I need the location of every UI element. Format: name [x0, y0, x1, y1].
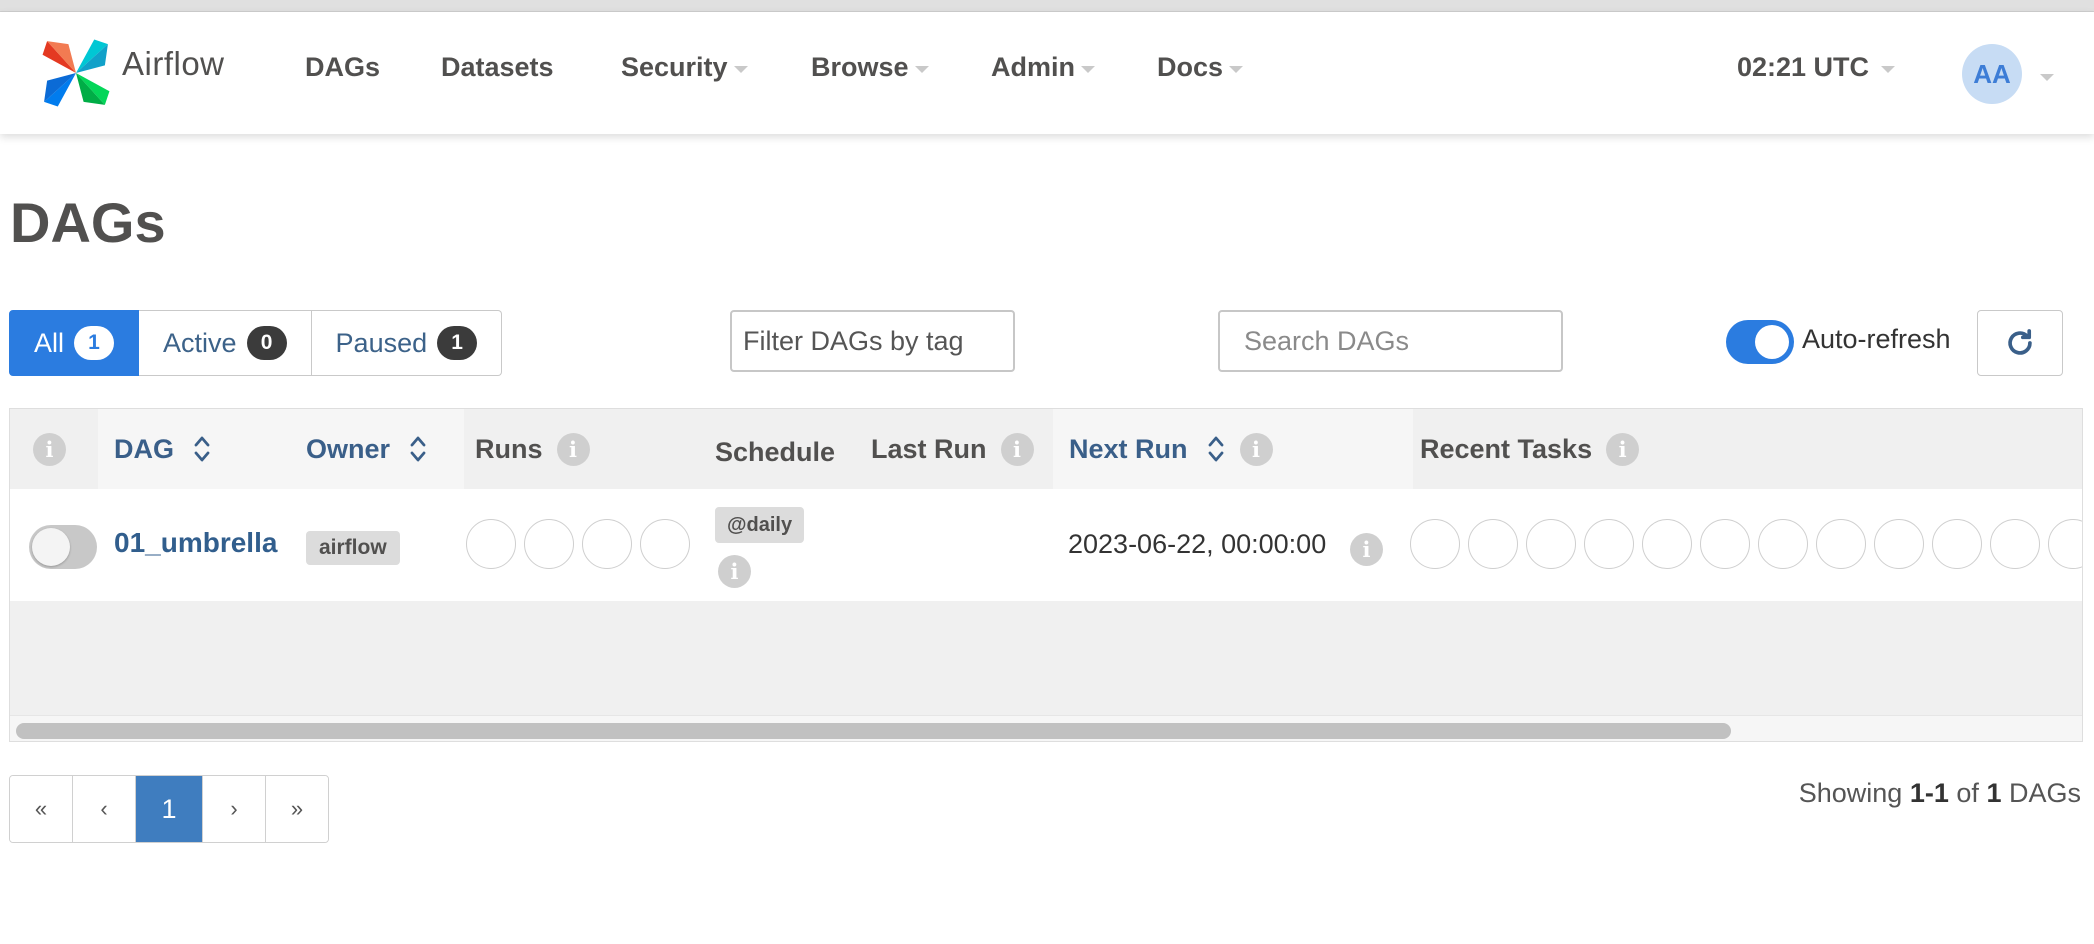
page-title: DAGs [10, 191, 166, 254]
column-header-last-run: Last Run i [871, 409, 1034, 489]
count-badge: 0 [246, 326, 287, 360]
auto-refresh-toggle[interactable] [1726, 320, 1794, 364]
nav-browse[interactable]: Browse [811, 52, 929, 83]
owner-badge[interactable]: airflow [306, 531, 400, 565]
tab-active[interactable]: Active 0 [139, 310, 312, 376]
task-state-circle[interactable] [1410, 519, 1460, 569]
refresh-button[interactable] [1977, 310, 2063, 376]
column-header-next-run[interactable]: Next Run i [1069, 409, 1273, 489]
nav-datasets[interactable]: Datasets [441, 52, 554, 83]
info-icon[interactable]: i [1239, 432, 1273, 466]
run-state-circle[interactable] [582, 519, 632, 569]
task-state-circle[interactable] [1642, 519, 1692, 569]
info-icon[interactable]: i [33, 432, 66, 466]
chevron-down-icon [914, 66, 929, 73]
refresh-icon [2008, 329, 2032, 355]
run-state-circle[interactable] [524, 519, 574, 569]
run-state-circle[interactable] [640, 519, 690, 569]
count-badge: 1 [437, 326, 478, 360]
prev-page-button[interactable]: ‹ [73, 776, 136, 842]
task-state-circle[interactable] [1700, 519, 1750, 569]
airflow-pinwheel-icon [42, 39, 110, 107]
info-icon[interactable]: i [556, 432, 590, 466]
user-menu-chevron-icon[interactable] [2040, 74, 2054, 81]
auto-refresh-label: Auto-refresh [1802, 324, 1951, 354]
next-page-button[interactable]: › [203, 776, 266, 842]
dags-table: i DAG Owner Runs i Schedule Last Run i N… [9, 408, 2083, 742]
task-state-circle[interactable] [1932, 519, 1982, 569]
schedule-info-icon[interactable]: i [718, 555, 751, 588]
last-page-button[interactable]: » [266, 776, 328, 842]
column-header-runs: Runs i [475, 409, 590, 489]
sort-icon [192, 432, 212, 466]
column-header-recent-tasks: Recent Tasks i [1420, 409, 1640, 489]
task-state-circle[interactable] [1526, 519, 1576, 569]
timezone-dropdown[interactable]: 02:21 UTC [1737, 52, 1896, 83]
tab-all[interactable]: All 1 [9, 310, 140, 376]
nav-docs[interactable]: Docs [1157, 52, 1244, 83]
search-dags-input[interactable] [1218, 310, 1563, 372]
nav-security[interactable]: Security [621, 52, 748, 83]
sort-icon [1206, 432, 1226, 466]
next-run-value: 2023-06-22, 00:00:00 [1068, 529, 1327, 559]
table-row: 01_umbrella airflow @daily i 2023-06-22,… [10, 489, 2082, 601]
task-state-circle[interactable] [1874, 519, 1924, 569]
status-filter-tabs: All 1 Active 0 Paused 1 [9, 310, 503, 376]
sort-icon [408, 432, 428, 466]
user-avatar[interactable]: AA [1962, 44, 2022, 104]
table-header: i DAG Owner Runs i Schedule Last Run i N… [10, 409, 2082, 489]
schedule-badge: @daily [715, 507, 805, 543]
toggle-knob [1755, 325, 1789, 359]
nav-dags[interactable]: DAGs [305, 52, 380, 83]
next-run-info-icon[interactable]: i [1350, 533, 1383, 566]
horizontal-scrollbar[interactable] [10, 715, 2082, 741]
page-1-button[interactable]: 1 [136, 776, 203, 842]
info-icon[interactable]: i [1606, 432, 1640, 466]
first-page-button[interactable]: « [10, 776, 73, 842]
nav-admin[interactable]: Admin [991, 52, 1095, 83]
chevron-down-icon [733, 66, 748, 73]
run-state-circle[interactable] [466, 519, 516, 569]
task-state-circle[interactable] [2048, 519, 2082, 569]
task-state-circle[interactable] [1990, 519, 2040, 569]
dag-pause-toggle[interactable] [29, 525, 97, 569]
top-navbar: Airflow DAGs Datasets Security Browse Ad… [0, 12, 2094, 134]
browser-top-strip [0, 0, 2094, 12]
chevron-down-icon [1881, 66, 1896, 73]
column-header-schedule: Schedule [715, 436, 836, 467]
scrollbar-thumb[interactable] [16, 723, 1731, 739]
chevron-down-icon [1229, 66, 1244, 73]
tag-filter-input[interactable] [730, 310, 1015, 372]
results-summary: Showing 1-1 of 1 DAGs [1798, 778, 2081, 808]
count-badge: 1 [74, 326, 115, 360]
column-header-owner[interactable]: Owner [306, 409, 428, 489]
tab-paused[interactable]: Paused 1 [311, 310, 503, 376]
task-state-circle[interactable] [1758, 519, 1808, 569]
column-header-dag[interactable]: DAG [114, 409, 212, 489]
chevron-down-icon [1081, 66, 1095, 73]
brand-name: Airflow [122, 45, 225, 82]
task-state-circle[interactable] [1816, 519, 1866, 569]
info-icon[interactable]: i [1000, 432, 1034, 466]
pagination: « ‹ 1 › » [9, 775, 329, 843]
brand-logo[interactable]: Airflow [38, 31, 225, 115]
task-state-circle[interactable] [1468, 519, 1518, 569]
toggle-knob [32, 528, 70, 566]
task-state-circle[interactable] [1584, 519, 1634, 569]
dag-link[interactable]: 01_umbrella [114, 527, 277, 559]
